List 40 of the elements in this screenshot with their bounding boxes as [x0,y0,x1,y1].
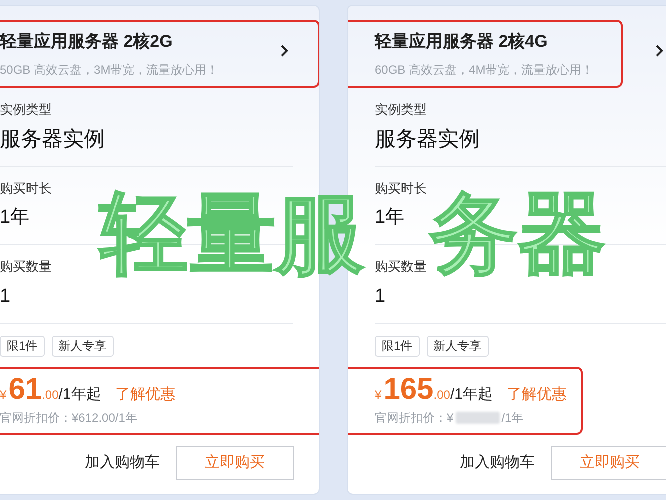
product-subtitle: 60GB 高效云盘，4M带宽，流量放心用！ [375,62,594,79]
field-value: 1年 [375,206,406,230]
chevron-right-icon[interactable] [655,44,665,58]
redaction-blur [456,412,500,424]
field-label: 购买数量 [0,258,53,276]
tag: 限1件 [375,336,420,356]
tag: 新人专享 [52,336,114,356]
overlay-title: 轻量服 [100,190,364,278]
add-to-cart-button[interactable]: 加入购物车 [85,452,160,474]
product-header[interactable]: 轻量应用服务器 2核2G 50GB 高效云盘，3M带宽，流量放心用！ [0,20,319,88]
price-period: /1年起 [450,384,493,405]
price-amount: 165 [384,374,434,406]
tag: 新人专享 [426,336,489,356]
product-subtitle: 50GB 高效云盘，3M带宽，流量放心用！ [0,62,219,79]
field-label: 实例类型 [375,101,428,119]
field-value: 1 [375,284,387,308]
add-to-cart-button[interactable]: 加入购物车 [460,452,535,474]
original-price: /1年 [502,410,524,428]
price-decimals: .00 [434,386,450,404]
currency-symbol: ¥ [0,386,7,404]
price-period: /1年起 [58,384,102,405]
field-label: 购买数量 [375,258,428,276]
field-label: 实例类型 [0,101,53,119]
field-value: 服务器实例 [0,126,106,152]
field-value: 服务器实例 [375,126,481,152]
currency-symbol: ¥ [375,386,382,404]
original-price: 官网折扣价：¥612.00/1年 [0,410,138,428]
overlay-title: 务器 [430,190,606,278]
price-decimals: .00 [42,386,59,404]
price-amount: 61 [8,374,42,406]
product-title: 轻量应用服务器 2核2G [0,31,173,54]
tag: 限1件 [0,336,45,356]
product-header[interactable]: 轻量应用服务器 2核4G 60GB 高效云盘，4M带宽，流量放心用！ [348,20,623,88]
field-value: 1年 [0,206,31,230]
chevron-right-icon[interactable] [280,44,290,58]
field-label: 购买时长 [0,180,53,198]
field-value: 1 [0,284,12,308]
product-title: 轻量应用服务器 2核4G [375,31,548,54]
original-price: 官网折扣价：¥ [375,410,454,428]
field-label: 购买时长 [375,180,428,198]
